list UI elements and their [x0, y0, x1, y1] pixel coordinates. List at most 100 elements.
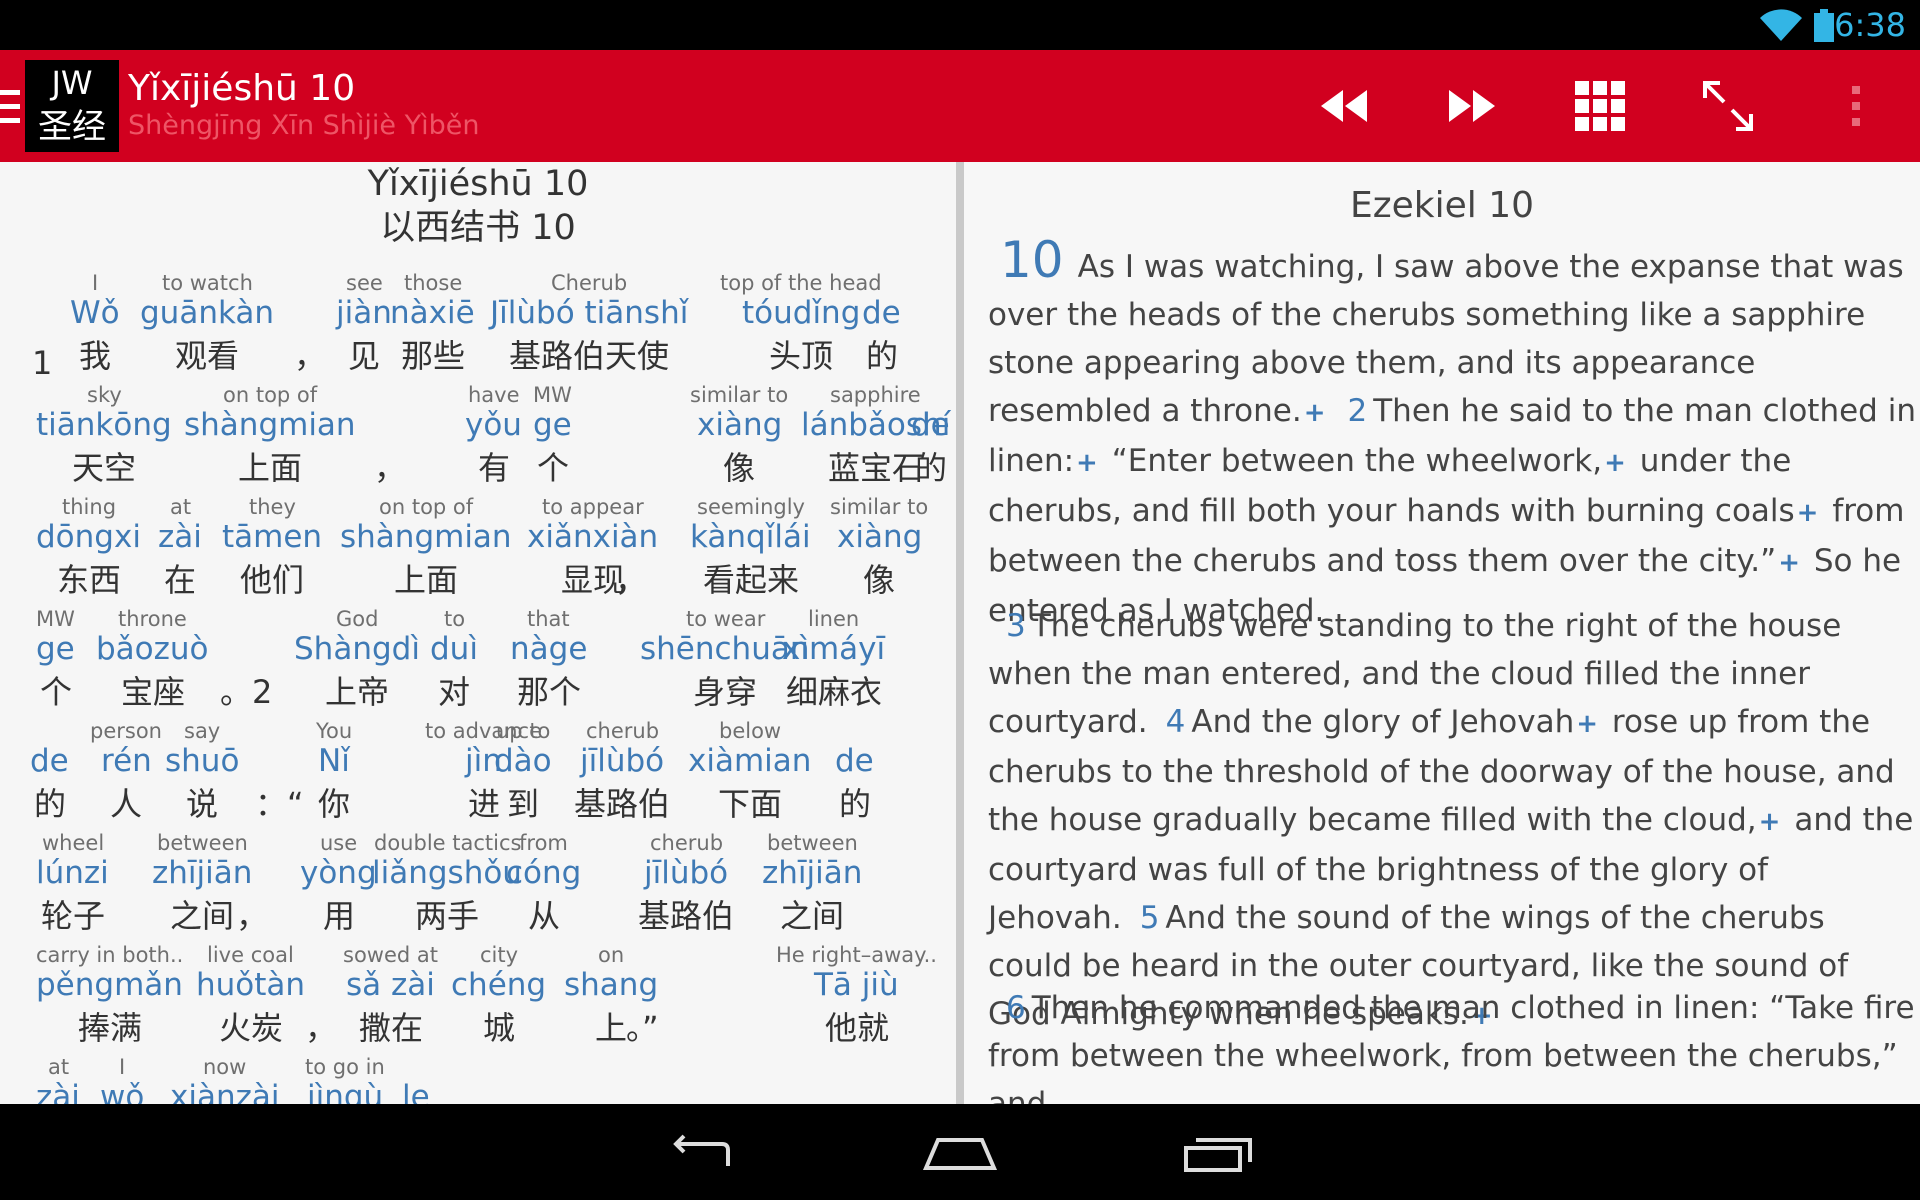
gloss-english: city [480, 943, 519, 967]
gloss-english: see [346, 271, 383, 295]
gloss-english: throne [118, 607, 187, 631]
verse-number[interactable]: 2 [1348, 393, 1368, 429]
gloss-chinese: 城 [483, 1009, 516, 1047]
gloss-pinyin: guānkàn [140, 295, 275, 331]
gloss-chinese: 基路伯 [574, 785, 671, 823]
gloss-chinese: 个 [537, 449, 570, 487]
gloss-pinyin: xiàmian [688, 743, 812, 779]
gloss-pinyin: Wǒ [70, 295, 120, 331]
gloss-pinyin: ge [533, 407, 572, 443]
back-icon [673, 1134, 730, 1166]
right-title: Ezekiel 10 [1349, 185, 1535, 226]
back-button[interactable] [658, 1124, 748, 1184]
cross-reference-link[interactable]: + [1304, 398, 1326, 428]
gloss-pinyin: pěngmǎn [36, 967, 183, 1003]
gloss-chinese: ：“ [255, 785, 304, 823]
gloss-english: they [249, 495, 296, 519]
gloss-chinese: 东西 [57, 561, 122, 599]
gloss-pinyin: tiānkōng [36, 407, 172, 443]
cross-reference-link[interactable]: + [1576, 709, 1598, 739]
verse-text: Then he commanded the man clothed in lin… [988, 990, 1915, 1104]
gloss-english: at [170, 495, 192, 519]
verse-number[interactable]: 6 [1006, 990, 1026, 1026]
interlinear-pane[interactable]: Yǐxījiéshū 10 以西结书 10 I Wǒ 我 to watch guānkà… [0, 162, 956, 1104]
gloss-english: cherub [586, 719, 660, 743]
gloss-english: He right–away.. [776, 943, 937, 967]
fast-forward-icon [1449, 90, 1495, 122]
chapter-grid-button[interactable] [1560, 70, 1640, 142]
overflow-menu-button[interactable] [1816, 70, 1896, 142]
gloss-pinyin: huǒtàn [196, 967, 306, 1003]
gloss-english: on [598, 943, 625, 967]
gloss-english: person [90, 719, 162, 743]
gloss-chinese: 。” [626, 1009, 659, 1047]
verse-paragraph: 6 Then he commanded the man clothed in li… [988, 984, 1918, 1104]
verse-number[interactable]: 5 [1140, 900, 1160, 936]
fast-forward-button[interactable] [1432, 70, 1512, 142]
gloss-pinyin: jìnqù [307, 1079, 384, 1104]
gloss-pinyin: xiǎnxiàn [527, 519, 659, 555]
verse-number[interactable]: 4 [1166, 704, 1186, 740]
gloss-pinyin: le [402, 1079, 430, 1104]
gloss-english: that [527, 607, 570, 631]
gloss-chinese: ， [294, 337, 327, 375]
gloss-pinyin: yǒu [465, 407, 522, 443]
home-button[interactable] [915, 1124, 1005, 1184]
gloss-chinese: 火炭 [219, 1009, 284, 1047]
gloss-chinese: 我 [79, 337, 112, 375]
english-pane[interactable]: Ezekiel 10 10 As I was watching, I saw ab… [964, 162, 1920, 1104]
verse-number: 1 [32, 344, 53, 382]
status-clock: 6:38 [1834, 6, 1906, 44]
gloss-chinese: 基路伯天使 [509, 337, 670, 375]
gloss-pinyin: cóng [506, 855, 582, 891]
battery-icon [1814, 9, 1834, 42]
gloss-chinese: 的 [866, 337, 899, 375]
gloss-pinyin: jīlùbó [580, 743, 665, 779]
gloss-english: God [336, 607, 379, 631]
logo-line2: 圣经 [38, 107, 106, 147]
gloss-chinese: 像 [723, 449, 756, 487]
gloss-english: MW [533, 383, 572, 407]
gloss-chinese: 用 [323, 897, 356, 935]
pane-divider[interactable] [956, 162, 964, 1104]
recent-apps-button[interactable] [1173, 1124, 1263, 1184]
gloss-chinese: 的 [915, 449, 948, 487]
left-title-pinyin: Yǐxījiéshū 10 [367, 164, 589, 204]
gloss-english: wheel [42, 831, 105, 855]
gloss-english: say [184, 719, 221, 743]
app-subtitle: Shèngjīng Xīn Shìjiè Yìběn [128, 110, 480, 141]
gloss-english: those [404, 271, 463, 295]
cross-reference-link[interactable]: + [1759, 807, 1781, 837]
app-logo[interactable]: JW 圣经 [25, 60, 119, 152]
gloss-pinyin: lúnzi [36, 855, 109, 891]
wifi-icon [1760, 9, 1802, 41]
gloss-english: sowed at [343, 943, 438, 967]
gloss-pinyin: jiàn [336, 295, 392, 331]
gloss-english: I [92, 271, 99, 295]
verse-paragraph: 10 As I was watching, I saw above the exp… [988, 235, 1918, 635]
gloss-chinese: 两手 [415, 897, 480, 935]
gloss-chinese: 那些 [401, 337, 466, 375]
gloss-english: to go in [305, 1055, 385, 1079]
drawer-menu-icon[interactable] [0, 90, 22, 124]
gloss-english: now [203, 1055, 247, 1079]
gloss-english: live coal [207, 943, 294, 967]
gloss-chinese: 捧满 [78, 1009, 143, 1047]
gloss-english: use [320, 831, 358, 855]
cross-reference-link[interactable]: + [1076, 448, 1098, 478]
gloss-english: from [519, 831, 568, 855]
verse-number[interactable]: 3 [1006, 608, 1026, 644]
cross-reference-link[interactable]: + [1797, 498, 1819, 528]
expand-button[interactable] [1688, 70, 1768, 142]
recent-apps-icon [1184, 1138, 1252, 1172]
cross-reference-link[interactable]: + [1604, 448, 1626, 478]
verse-text: “Enter between the wheelwork, [1101, 443, 1603, 479]
gloss-pinyin: xiàng [697, 407, 783, 443]
rewind-button[interactable] [1304, 70, 1384, 142]
cross-reference-link[interactable]: + [1778, 548, 1800, 578]
gloss-chinese: 蓝宝石 [828, 449, 925, 487]
gloss-chinese: 的 [34, 785, 67, 823]
gloss-pinyin: shuō [165, 743, 240, 779]
gloss-pinyin: chéng [451, 967, 547, 1003]
gloss-pinyin: dōngxi [36, 519, 141, 555]
